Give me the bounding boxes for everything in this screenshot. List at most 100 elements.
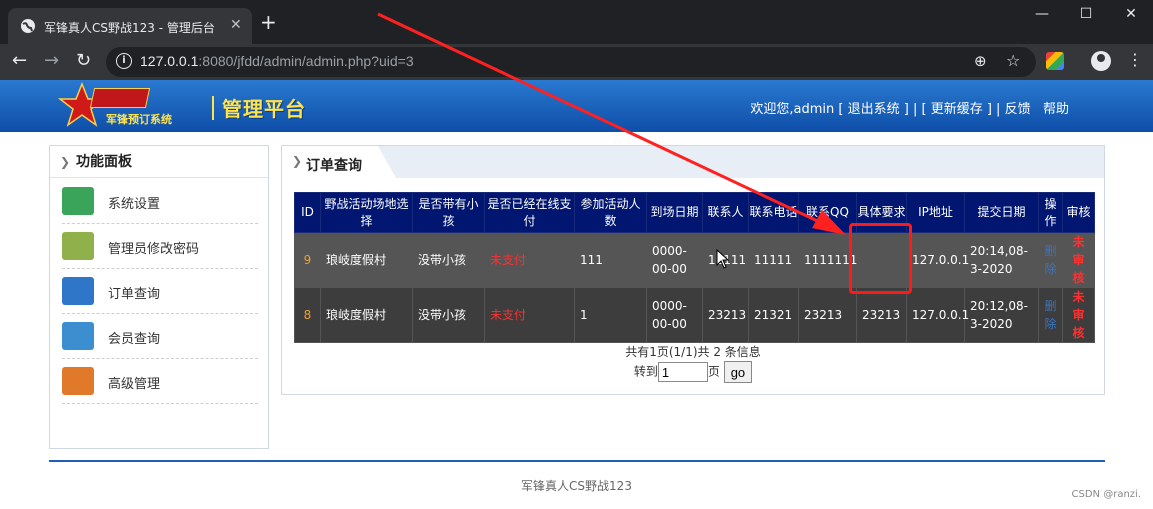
panel-tab: ❯ 订单查询 <box>282 146 396 178</box>
sidebar-title: 功能面板 <box>76 154 132 170</box>
new-tab-button[interactable]: + <box>260 12 277 32</box>
site-header: 军锋预订系统 管理平台 欢迎您,admin [ 退出系统 ] | [ 更新缓存 … <box>0 80 1153 132</box>
goto-page-input[interactable] <box>657 362 708 382</box>
cell-ip: 127.0.0.1 <box>906 232 969 288</box>
sidebar-item-label: 订单查询 <box>108 287 161 302</box>
pager-info: 共有1页(1/1)共 2 条信息 <box>625 345 761 359</box>
sidebar-item-advanced[interactable]: 高级管理 <box>62 359 258 404</box>
cell-child: 没带小孩 <box>412 287 485 343</box>
cell-submit-date: 20:12,08-3-2020 <box>964 287 1039 343</box>
tab-close-icon[interactable]: ✕ <box>230 17 242 33</box>
cell-id: 8 <box>294 287 321 343</box>
profile-avatar-icon[interactable] <box>1091 51 1111 71</box>
column-header: 是否带有小孩 <box>412 192 485 233</box>
column-header: 提交日期 <box>964 192 1039 233</box>
table-row: 9 琅岐度假村 没带小孩 未支付 111 0000-00-00 11111 11… <box>294 232 1095 288</box>
footer-text: 军锋真人CS野战123 <box>521 479 632 493</box>
cell-ip: 127.0.0.1 <box>906 287 969 343</box>
bookmark-star-icon[interactable]: ☆ <box>1006 51 1020 70</box>
refresh-cache-link[interactable]: | [ 更新缓存 ] | <box>913 102 1000 117</box>
cell-site: 琅岐度假村 <box>320 232 413 288</box>
sidebar-item-password[interactable]: 管理员修改密码 <box>62 224 258 269</box>
minimize-icon[interactable]: — <box>1032 6 1052 22</box>
site-info-icon[interactable]: i <box>116 53 132 69</box>
column-header: IP地址 <box>906 192 965 233</box>
cell-site: 琅岐度假村 <box>320 287 413 343</box>
panel-title: 订单查询 <box>306 158 362 174</box>
cell-paid: 未支付 <box>484 287 575 343</box>
browser-tab-bar: 军锋真人CS野战123 - 管理后台 ✕ + — ☐ ✕ <box>0 0 1153 44</box>
cell-phone: 11111 <box>748 232 799 288</box>
logo-divider <box>212 96 214 120</box>
browser-toolbar: ← → ↻ i 127.0.0.1:8080/jfdd/admin/admin.… <box>0 44 1153 80</box>
sidebar-item-label: 会员查询 <box>108 332 161 347</box>
column-header: 联系电话 <box>748 192 799 233</box>
goto-label: 转到 <box>633 364 658 379</box>
sidebar-item-label: 高级管理 <box>108 377 161 392</box>
cell-qq: 23213 <box>798 287 857 343</box>
platform-title: 管理平台 <box>222 97 306 121</box>
page-suffix: 页 <box>707 364 720 379</box>
cell-requirement: 23213 <box>856 287 907 343</box>
cell-people: 1 <box>574 287 647 343</box>
sidebar-header: ❯ 功能面板 <box>50 146 268 178</box>
logo-badge <box>89 88 151 108</box>
header-links: 欢迎您,admin [ 退出系统 ] | [ 更新缓存 ] | 反馈 帮助 <box>750 98 1069 117</box>
url-text[interactable]: 127.0.0.1:8080/jfdd/admin/admin.php?uid=… <box>140 53 414 69</box>
delete-link[interactable]: 删除 <box>1038 232 1063 288</box>
browser-tab[interactable]: 军锋真人CS野战123 - 管理后台 ✕ <box>8 8 252 44</box>
audit-status[interactable]: 未审核 <box>1062 232 1095 288</box>
pager-goto: 转到 页 go <box>282 361 1104 383</box>
forward-icon[interactable]: → <box>44 51 59 71</box>
mouse-cursor-icon <box>716 249 730 269</box>
order-icon <box>62 277 94 305</box>
sidebar-item-members[interactable]: 会员查询 <box>62 314 258 359</box>
maximize-icon[interactable]: ☐ <box>1076 6 1096 22</box>
panel-header: ❯ 订单查询 <box>282 146 1104 178</box>
extension-icon[interactable] <box>1046 52 1064 70</box>
highlight-box <box>849 223 912 294</box>
order-panel: ❯ 订单查询 ID 野战活动场地选择 是否带有小孩 是否已经在线支付 参加活动人… <box>281 145 1105 395</box>
table-row: 8 琅岐度假村 没带小孩 未支付 1 0000-00-00 23213 2132… <box>294 287 1095 343</box>
globe-icon <box>21 19 35 33</box>
close-window-icon[interactable]: ✕ <box>1121 6 1141 22</box>
sidebar-item-orders[interactable]: 订单查询 <box>62 269 258 314</box>
reload-icon[interactable]: ↻ <box>76 51 91 71</box>
chevron-right-icon: ❯ <box>60 155 71 169</box>
audit-status[interactable]: 未审核 <box>1062 287 1095 343</box>
logo-text: 军锋预订系统 <box>106 113 172 126</box>
delete-link[interactable]: 删除 <box>1038 287 1063 343</box>
chevron-right-icon: ❯ <box>292 154 303 168</box>
users-icon <box>62 367 94 395</box>
zoom-icon[interactable]: ⊕ <box>974 52 987 70</box>
column-header: 操作 <box>1038 192 1063 233</box>
back-icon[interactable]: ← <box>12 51 27 71</box>
go-button[interactable]: go <box>723 361 753 383</box>
footer-divider <box>49 460 1105 462</box>
column-header: 联系QQ <box>798 192 857 233</box>
cell-date: 0000-00-00 <box>646 287 703 343</box>
settings-icon <box>62 187 94 215</box>
cell-people: 111 <box>574 232 647 288</box>
cell-id: 9 <box>294 232 321 288</box>
help-link[interactable]: 帮助 <box>1043 102 1069 117</box>
logout-link[interactable]: [ 退出系统 ] <box>838 102 908 117</box>
sidebar: ❯ 功能面板 系统设置 管理员修改密码 订单查询 会员查询 高级管理 <box>49 145 269 449</box>
cell-child: 没带小孩 <box>412 232 485 288</box>
member-icon <box>62 322 94 350</box>
cell-phone: 21321 <box>748 287 799 343</box>
address-bar[interactable]: i 127.0.0.1:8080/jfdd/admin/admin.php?ui… <box>106 47 1036 77</box>
column-header: 是否已经在线支付 <box>484 192 575 233</box>
column-header: ID <box>294 192 321 233</box>
cell-paid: 未支付 <box>484 232 575 288</box>
sidebar-item-settings[interactable]: 系统设置 <box>62 179 258 224</box>
cell-contact: 23213 <box>702 287 749 343</box>
table-header-row: ID 野战活动场地选择 是否带有小孩 是否已经在线支付 参加活动人数 到场日期 … <box>294 192 1095 233</box>
watermark: CSDN @ranzi. <box>1071 489 1141 500</box>
tab-title: 军锋真人CS野战123 - 管理后台 <box>44 21 215 35</box>
menu-kebab-icon[interactable]: ⋮ <box>1127 50 1143 69</box>
cell-date: 0000-00-00 <box>646 232 703 288</box>
feedback-link[interactable]: 反馈 <box>1005 102 1031 117</box>
column-header: 联系人 <box>702 192 749 233</box>
sidebar-item-label: 系统设置 <box>108 197 161 212</box>
